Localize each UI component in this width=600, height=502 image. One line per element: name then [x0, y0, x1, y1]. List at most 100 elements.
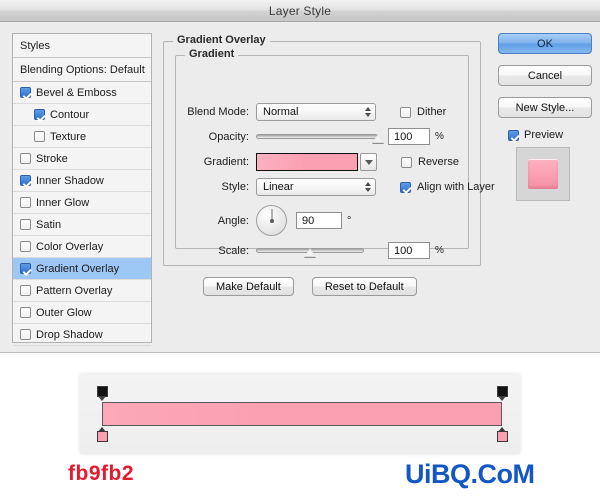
gradient-swatch[interactable]	[256, 153, 358, 171]
sidebar-item-label: Color Overlay	[36, 240, 104, 253]
gradient-row: Gradient: Reverse	[175, 153, 459, 171]
gradient-editor-strip	[80, 374, 520, 454]
angle-input[interactable]: 90	[296, 212, 342, 229]
sidebar-item-label: Drop Shadow	[36, 328, 103, 341]
sidebar-item-bevel-emboss[interactable]: Bevel & Emboss	[13, 82, 151, 104]
sidebar-item-checkbox[interactable]	[20, 197, 31, 208]
style-value: Linear	[263, 181, 294, 193]
opacity-stop-0[interactable]	[96, 386, 108, 401]
opacity-input[interactable]: 100	[388, 128, 430, 145]
opacity-slider[interactable]	[256, 129, 384, 145]
opacity-stop-1[interactable]	[496, 386, 508, 401]
sidebar-item-checkbox[interactable]	[20, 263, 31, 274]
scale-slider[interactable]	[256, 243, 364, 259]
sidebar-item-label: Stroke	[36, 152, 68, 165]
sidebar-item-pattern-overlay[interactable]: Pattern Overlay	[13, 280, 151, 302]
sidebar-item-color-overlay[interactable]: Color Overlay	[13, 236, 151, 258]
blend-mode-value: Normal	[263, 106, 299, 118]
angle-dial-hub	[269, 218, 274, 223]
align-with-layer-checkbox[interactable]: Align with Layer	[400, 181, 495, 193]
cancel-button[interactable]: Cancel	[498, 65, 592, 86]
preview-label: Preview	[524, 129, 564, 141]
opacity-slider-track	[256, 133, 378, 139]
opacity-stop-pointer	[97, 396, 106, 401]
sidebar-item-checkbox[interactable]	[20, 87, 31, 98]
stepper-arrows-icon	[365, 182, 371, 192]
screenshot-root: Layer Style Styles Blending Options: Def…	[0, 0, 600, 502]
color-stop-0[interactable]	[96, 427, 108, 442]
color-stop-square	[496, 431, 508, 442]
sidebar-item-label: Inner Glow	[36, 196, 90, 209]
sidebar-item-checkbox[interactable]	[20, 307, 31, 318]
sidebar-item-checkbox[interactable]	[20, 329, 31, 340]
style-row: Style: Linear Align with Layer	[175, 178, 495, 196]
sidebar-item-checkbox[interactable]	[20, 219, 31, 230]
layer-style-dialog: Layer Style Styles Blending Options: Def…	[0, 0, 600, 353]
cancel-button-label: Cancel	[527, 69, 563, 82]
color-stop-1[interactable]	[496, 427, 508, 442]
new-style-button[interactable]: New Style...	[498, 97, 592, 118]
sidebar-item-checkbox[interactable]	[20, 241, 31, 252]
sidebar-item-checkbox[interactable]	[20, 153, 31, 164]
sidebar-item-label: Bevel & Emboss	[36, 86, 117, 99]
color-stop-square	[96, 431, 108, 442]
sidebar-item-inner-shadow[interactable]: Inner Shadow	[13, 170, 151, 192]
scale-input[interactable]: 100	[388, 242, 430, 259]
stepper-arrows-icon	[365, 107, 371, 117]
reverse-checkbox-box	[401, 156, 412, 168]
chevron-down-icon	[364, 159, 373, 165]
dither-label: Dither	[417, 106, 447, 118]
make-default-button[interactable]: Make Default	[203, 277, 294, 296]
sidebar-item-gradient-overlay[interactable]: Gradient Overlay	[13, 258, 151, 280]
sidebar-item-stroke[interactable]: Stroke	[13, 148, 151, 170]
scale-row: Scale: 100 %	[175, 242, 444, 259]
scale-unit: %	[435, 245, 444, 256]
angle-unit: °	[347, 214, 352, 227]
reverse-label: Reverse	[418, 156, 459, 168]
sidebar-header-blending-options-label: Blending Options: Default	[20, 63, 145, 76]
reverse-checkbox[interactable]: Reverse	[401, 156, 459, 168]
sidebar-item-label: Gradient Overlay	[36, 262, 120, 275]
opacity-unit: %	[435, 131, 444, 142]
sidebar-item-drop-shadow[interactable]: Drop Shadow	[13, 324, 151, 346]
blend-mode-select[interactable]: Normal	[256, 103, 376, 121]
sidebar-header-styles-label: Styles	[20, 39, 50, 52]
sidebar-item-label: Satin	[36, 218, 62, 231]
sidebar-item-satin[interactable]: Satin	[13, 214, 151, 236]
sidebar-item-checkbox[interactable]	[20, 285, 31, 296]
blend-mode-row: Blend Mode: Normal Dither	[175, 103, 446, 121]
opacity-slider-thumb[interactable]	[372, 133, 384, 143]
gradient-overlay-panel: Gradient Overlay Gradient Blend Mode: No…	[163, 33, 495, 343]
scale-slider-thumb[interactable]	[304, 247, 316, 257]
align-with-layer-checkbox-box	[400, 181, 411, 193]
style-select[interactable]: Linear	[256, 178, 376, 196]
sidebar-item-list: Bevel & Emboss Contour Texture Stroke Inner …	[13, 82, 151, 346]
sidebar-item-outer-glow[interactable]: Outer Glow	[13, 302, 151, 324]
sidebar-item-label: Inner Shadow	[36, 174, 104, 187]
angle-label: Angle:	[217, 214, 249, 227]
angle-dial[interactable]	[256, 205, 287, 236]
gradient-picker-dropdown[interactable]	[360, 153, 377, 171]
dither-checkbox[interactable]: Dither	[400, 106, 446, 118]
gradient-overlay-group-title: Gradient Overlay	[173, 34, 270, 46]
sidebar-item-contour[interactable]: Contour	[13, 104, 151, 126]
sidebar-item-checkbox[interactable]	[34, 109, 45, 120]
style-preview-thumbnail	[516, 147, 570, 201]
sidebar-item-inner-glow[interactable]: Inner Glow	[13, 192, 151, 214]
sidebar-header-blending-options[interactable]: Blending Options: Default	[13, 58, 151, 82]
scale-label: Scale:	[218, 244, 249, 257]
dialog-actions: OK Cancel New Style... Preview	[498, 33, 592, 201]
preview-checkbox[interactable]: Preview	[508, 129, 592, 141]
reset-to-default-button[interactable]: Reset to Default	[311, 277, 417, 296]
style-label: Style:	[221, 181, 249, 193]
align-with-layer-label: Align with Layer	[417, 181, 495, 193]
sidebar-item-texture[interactable]: Texture	[13, 126, 151, 148]
make-default-label: Make Default	[216, 280, 281, 293]
dialog-title: Layer Style	[268, 3, 332, 18]
sidebar-item-checkbox[interactable]	[34, 131, 45, 142]
sidebar-item-checkbox[interactable]	[20, 175, 31, 186]
blend-mode-label: Blend Mode:	[187, 106, 249, 118]
sidebar-header-styles[interactable]: Styles	[13, 34, 151, 58]
ok-button[interactable]: OK	[498, 33, 592, 54]
styles-sidebar[interactable]: Styles Blending Options: Default Bevel &…	[12, 33, 152, 346]
